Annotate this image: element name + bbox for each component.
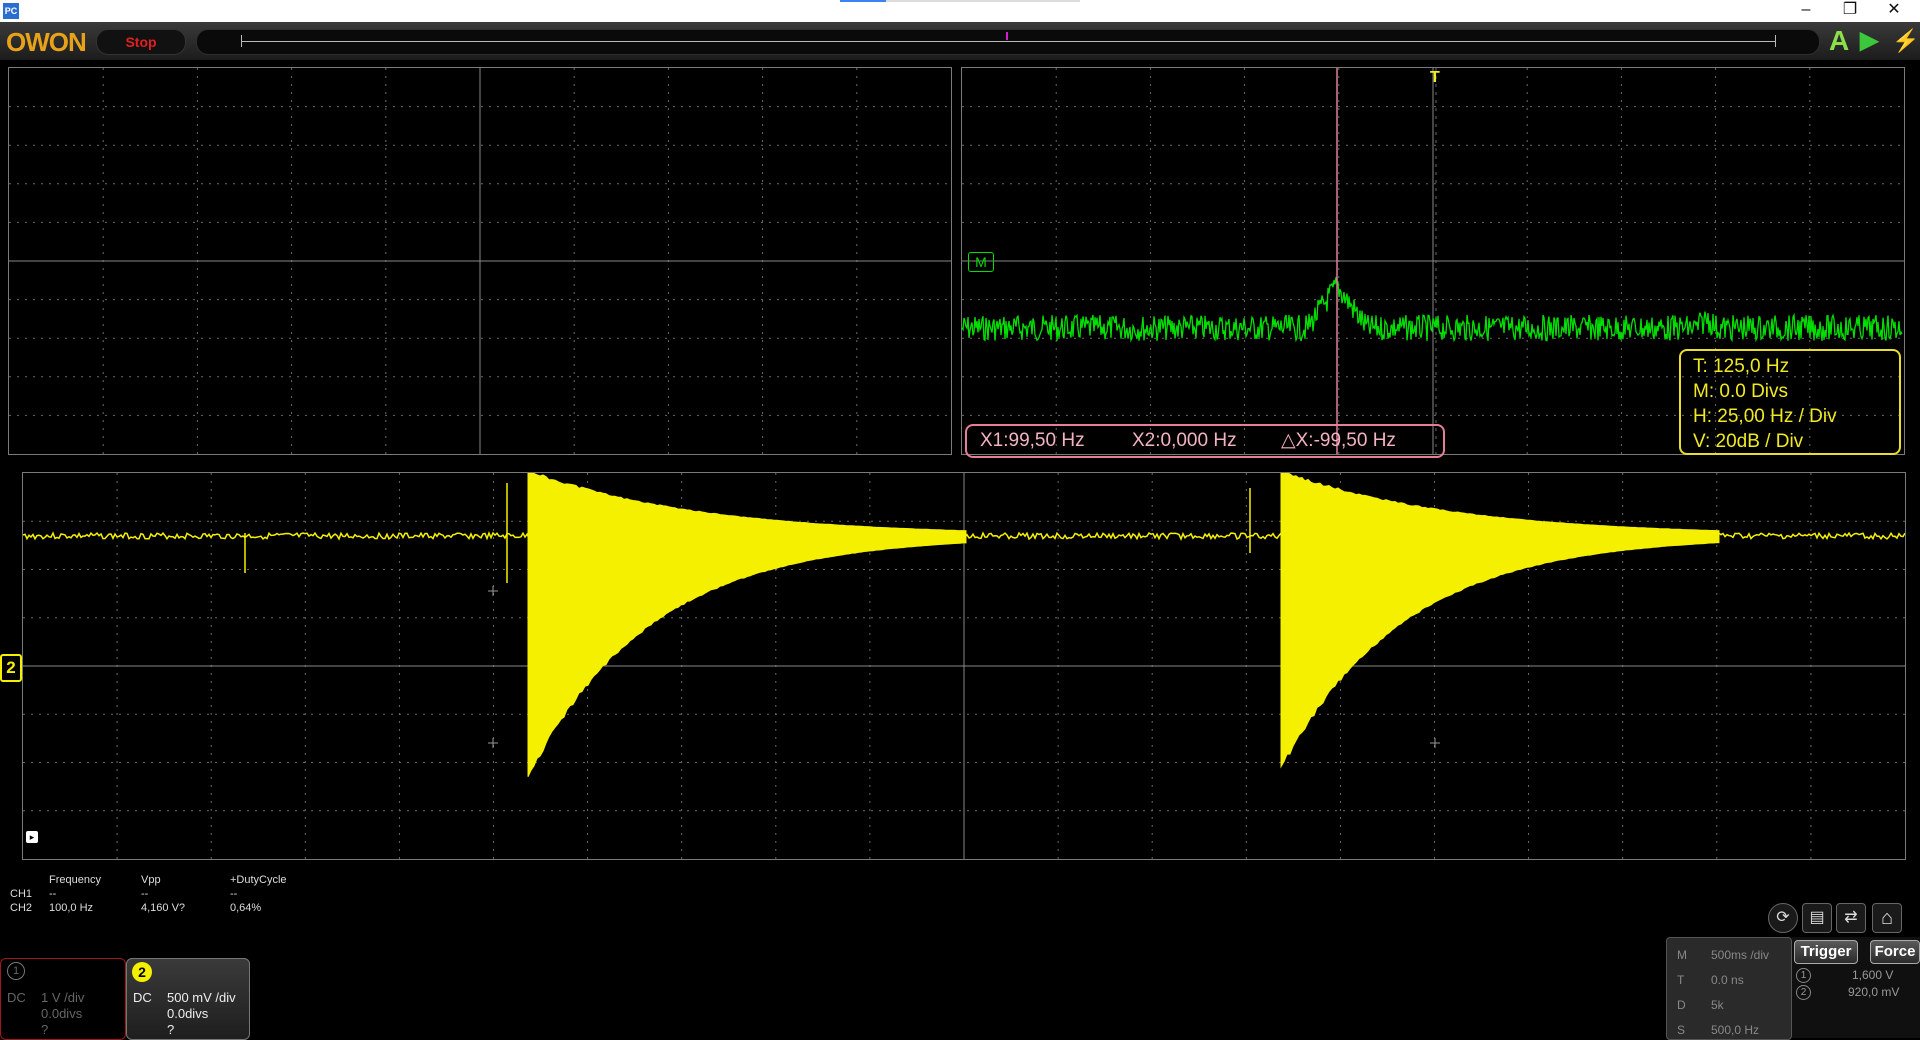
trigger-level2-badge: 2 bbox=[1796, 985, 1811, 1000]
meas-header-vpp: Vpp bbox=[141, 874, 161, 886]
empty-waveform-panel bbox=[8, 67, 952, 455]
trigger-settings-box: Trigger Force 1 1,600 V 2 920,0 mV bbox=[1792, 937, 1920, 1038]
timebase-end-tick bbox=[1775, 35, 1776, 47]
main-waveform-panel[interactable]: ▸ bbox=[22, 472, 1906, 860]
title-tab-active bbox=[840, 0, 886, 2]
meas-ch2-vpp: 4,160 V? bbox=[141, 902, 186, 914]
timebase-line bbox=[241, 41, 1775, 42]
restore-button[interactable]: ❐ bbox=[1830, 0, 1870, 22]
h-s-value: 500,0 Hz bbox=[1711, 1023, 1760, 1037]
trigger-marker-icon[interactable]: ▸ bbox=[26, 831, 38, 843]
timebase-position-bar[interactable] bbox=[196, 29, 1820, 55]
ch1-settings-box[interactable]: 1 DC 1 V /div 0.0divs ? bbox=[0, 958, 126, 1040]
meas-header-frequency: Frequency bbox=[49, 874, 101, 886]
auto-set-icon[interactable]: A bbox=[1829, 26, 1849, 56]
home-icon[interactable]: ⌂ bbox=[1872, 903, 1902, 933]
run-stop-button[interactable]: Stop bbox=[96, 29, 186, 55]
fft-info-m: M: 0.0 Divs bbox=[1693, 381, 1789, 402]
ch1-number-badge: 1 bbox=[7, 962, 25, 980]
fft-trigger-marker[interactable]: T bbox=[1430, 69, 1440, 87]
ch2-probe: ? bbox=[167, 1022, 175, 1037]
grid-lines bbox=[9, 68, 951, 454]
app-icon: PC bbox=[3, 3, 19, 19]
h-d-value: 5k bbox=[1711, 998, 1724, 1012]
lightning-icon[interactable]: ⚡ bbox=[1892, 26, 1919, 56]
meas-ch2-label: CH2 bbox=[10, 902, 33, 914]
trigger-level2-value: 920,0 mV bbox=[1848, 985, 1900, 999]
timebase-start-tick bbox=[241, 35, 242, 47]
export-icon[interactable]: ⇄ bbox=[1836, 903, 1866, 933]
meas-ch1-frequency: -- bbox=[49, 888, 57, 900]
h-s-label: S bbox=[1677, 1023, 1686, 1037]
grid-cross-marker bbox=[1430, 738, 1440, 748]
ch2-decay-burst bbox=[1280, 473, 1720, 769]
grid-empty-panel bbox=[9, 68, 951, 454]
meas-ch1-vpp: -- bbox=[141, 888, 149, 900]
meas-ch1-label: CH1 bbox=[10, 888, 33, 900]
close-button[interactable]: ✕ bbox=[1874, 0, 1914, 22]
ch2-coupling: DC bbox=[133, 990, 152, 1005]
h-t-value: 0.0 ns bbox=[1711, 973, 1744, 987]
ch1-offset: 0.0divs bbox=[41, 1006, 83, 1021]
ch1-coupling: DC bbox=[7, 990, 26, 1005]
save-icon[interactable]: ▤ bbox=[1802, 903, 1832, 933]
ch2-waveform-plot bbox=[23, 473, 1905, 859]
math-marker[interactable]: M bbox=[968, 252, 994, 272]
cursor-delta-x: △X:-99,50 Hz bbox=[1281, 430, 1396, 451]
cursor-x2: X2:0,000 Hz bbox=[1132, 430, 1237, 451]
play-icon[interactable]: ▶ bbox=[1860, 26, 1878, 56]
grid-cross-marker bbox=[488, 586, 498, 596]
meas-ch1-duty: -- bbox=[230, 888, 238, 900]
fft-spectrum-trace bbox=[962, 277, 1903, 343]
ch1-probe: ? bbox=[41, 1022, 49, 1037]
fft-info-t: T: 125,0 Hz bbox=[1693, 356, 1790, 377]
ch2-number-badge: 2 bbox=[132, 962, 152, 982]
fft-info-box: T: 125,0 Hz M: 0.0 Divs H: 25,00 Hz / Di… bbox=[1679, 349, 1901, 455]
fft-info-v: V: 20dB / Div bbox=[1693, 431, 1804, 452]
trigger-position-marker[interactable] bbox=[1006, 32, 1008, 40]
meas-ch2-duty: 0,64% bbox=[230, 902, 262, 914]
trigger-level1-badge: 1 bbox=[1796, 968, 1811, 983]
cursor-x1: X1:99,50 Hz bbox=[980, 430, 1085, 451]
ch2-settings-box[interactable]: 2 DC 500 mV /div 0.0divs ? bbox=[126, 958, 250, 1040]
measurement-table: Frequency Vpp +DutyCycle CH1 -- -- -- CH… bbox=[0, 870, 330, 920]
meas-ch2-frequency: 100,0 Hz bbox=[49, 902, 94, 914]
trigger-button[interactable]: Trigger bbox=[1794, 940, 1858, 964]
h-m-value: 500ms /div bbox=[1711, 948, 1770, 962]
owon-logo: OWON bbox=[6, 27, 87, 57]
ch2-offset: 0.0divs bbox=[167, 1006, 209, 1021]
h-t-label: T bbox=[1677, 973, 1685, 987]
window-titlebar: PC – ❐ ✕ bbox=[0, 0, 1920, 22]
ch2-level-marker[interactable]: 2 bbox=[0, 654, 22, 682]
trigger-level1-value: 1,600 V bbox=[1852, 968, 1894, 982]
ch2-scale: 500 mV /div bbox=[167, 990, 236, 1005]
minimize-button[interactable]: – bbox=[1786, 0, 1826, 22]
refresh-icon[interactable]: ⟳ bbox=[1768, 903, 1798, 933]
cursor-readout-box: X1:99,50 Hz X2:0,000 Hz △X:-99,50 Hz bbox=[965, 424, 1445, 458]
grid-cross-marker bbox=[488, 738, 498, 748]
h-m-label: M bbox=[1677, 948, 1687, 962]
horizontal-settings-box[interactable]: M 500ms /div T 0.0 ns D 5k S 500,0 Hz bbox=[1666, 937, 1792, 1040]
h-d-label: D bbox=[1677, 998, 1686, 1012]
ch1-scale: 1 V /div bbox=[41, 990, 85, 1005]
meas-header-duty: +DutyCycle bbox=[230, 874, 287, 886]
fft-info-h: H: 25,00 Hz / Div bbox=[1693, 406, 1837, 427]
force-button[interactable]: Force bbox=[1870, 940, 1920, 964]
ch2-decay-burst bbox=[527, 473, 967, 778]
